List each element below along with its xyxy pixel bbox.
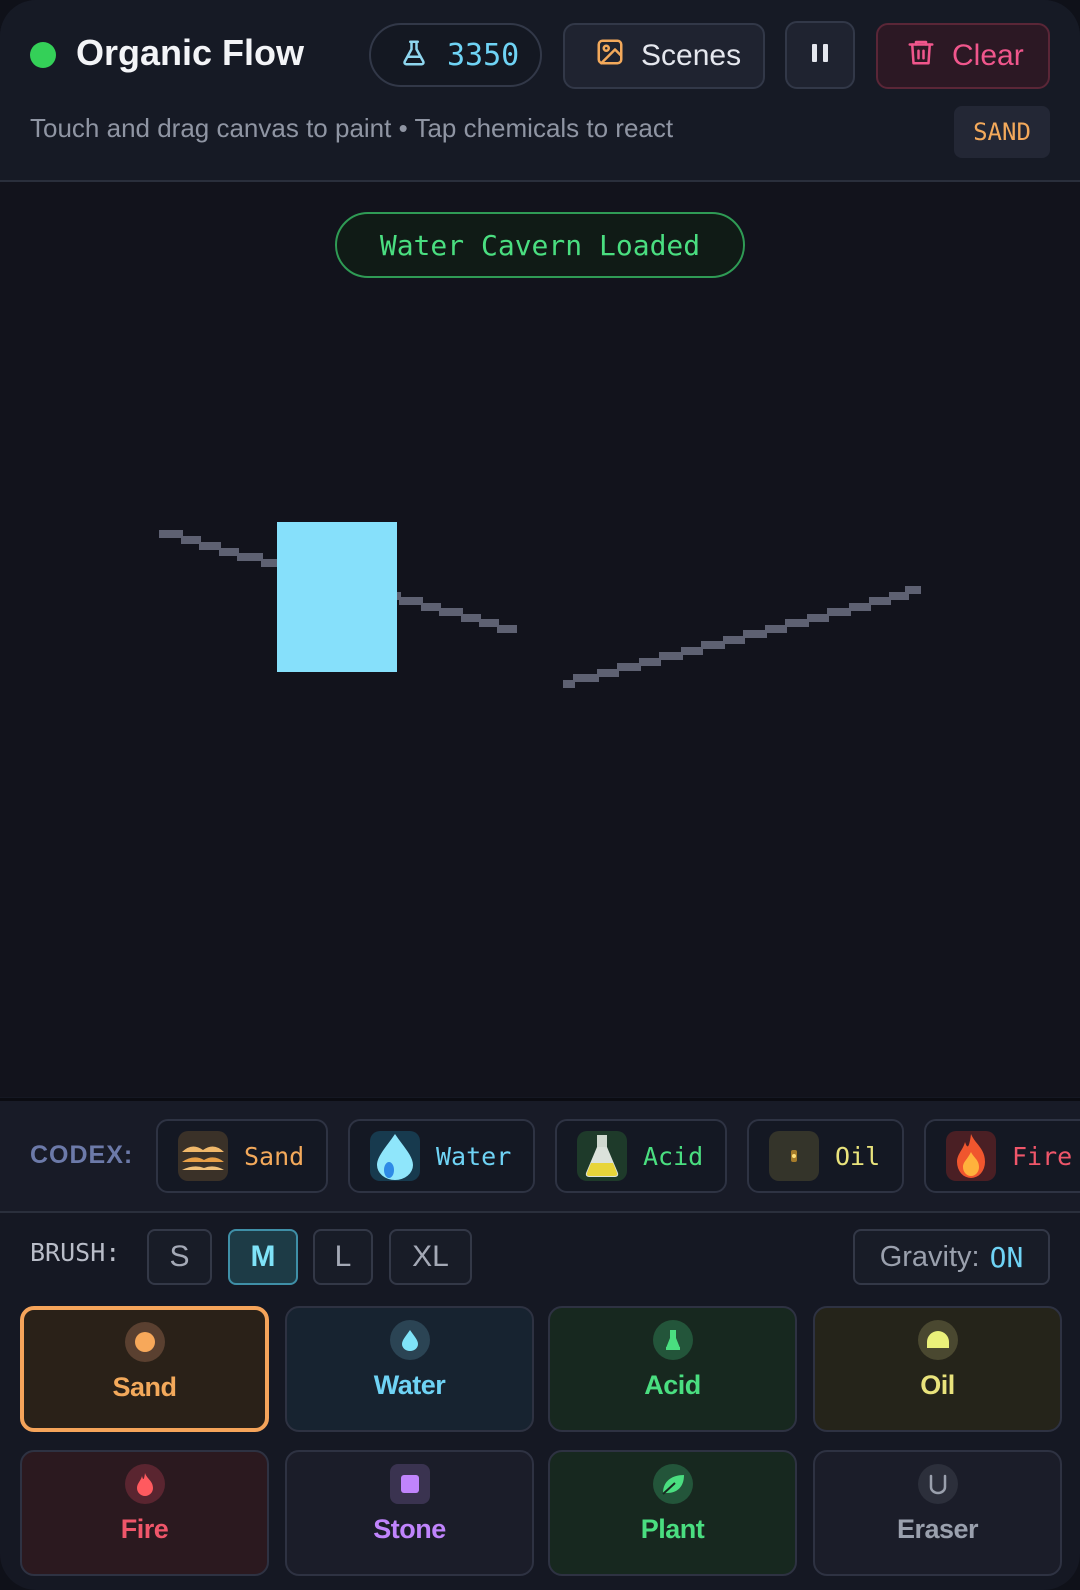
leaf-icon: [652, 1464, 693, 1504]
flask-icon: [652, 1320, 693, 1360]
material-label: Stone: [373, 1514, 446, 1544]
brush-controls: BRUSH: S M L XL Gravity: ON: [0, 1210, 1080, 1300]
brush-size-xl[interactable]: XL: [389, 1229, 472, 1285]
scenes-button[interactable]: Scenes: [563, 23, 765, 89]
material-water-button[interactable]: Water: [285, 1306, 534, 1432]
material-label: Water: [373, 1370, 446, 1400]
pause-button[interactable]: [785, 21, 855, 89]
codex-item-acid[interactable]: Acid: [555, 1119, 727, 1193]
material-fire-button[interactable]: Fire: [20, 1450, 269, 1576]
codex-item-oil[interactable]: Oil: [747, 1119, 904, 1193]
water-drop-icon: [370, 1131, 420, 1181]
brush-size-s[interactable]: S: [147, 1229, 212, 1285]
app-title: Organic Flow: [76, 32, 305, 73]
pause-icon: [808, 41, 832, 70]
trash-icon: [906, 37, 936, 75]
material-plant-button[interactable]: Plant: [548, 1450, 797, 1576]
material-oil-button[interactable]: Oil: [813, 1306, 1062, 1432]
current-material-badge: SAND: [954, 106, 1050, 158]
codex-item-label: Acid: [643, 1141, 704, 1171]
status-indicator-icon: [30, 42, 56, 68]
oil-dome-icon: [917, 1320, 958, 1360]
clear-button[interactable]: Clear: [876, 23, 1050, 89]
particle-counter: 3350: [369, 23, 542, 87]
flame-icon: [124, 1464, 165, 1504]
stone-ramps: [159, 530, 921, 688]
codex-label: CODEX:: [30, 1141, 134, 1169]
brush-size-m[interactable]: M: [228, 1229, 298, 1285]
image-icon: [595, 37, 625, 75]
water-block: [277, 522, 397, 672]
sand-dunes-icon: [178, 1131, 228, 1181]
brush-label: BRUSH:: [30, 1238, 121, 1267]
material-label: Plant: [640, 1514, 705, 1544]
gravity-value: ON: [989, 1240, 1024, 1274]
flask-icon: [399, 38, 429, 73]
acid-flask-icon: [577, 1131, 627, 1181]
eraser-cup-icon: [917, 1464, 958, 1504]
material-label: Acid: [644, 1370, 701, 1400]
material-sand-button[interactable]: Sand: [20, 1306, 269, 1432]
scenes-button-label: Scenes: [641, 39, 742, 72]
material-stone-button[interactable]: Stone: [285, 1450, 534, 1576]
codex-item-label: Water: [436, 1141, 512, 1171]
scene-loaded-toast: Water Cavern Loaded: [335, 212, 745, 278]
instructions-text: Touch and drag canvas to paint • Tap che…: [30, 113, 674, 143]
app-frame: Organic Flow 3350 Scenes Clear Touch and: [0, 0, 1080, 1590]
codex-item-sand[interactable]: Sand: [156, 1119, 328, 1193]
material-label: Oil: [920, 1370, 955, 1400]
material-label: Eraser: [896, 1514, 979, 1544]
fire-icon: [946, 1131, 996, 1181]
codex-item-label: Oil: [835, 1141, 881, 1171]
codex-item-water[interactable]: Water: [348, 1119, 535, 1193]
brush-size-l[interactable]: L: [313, 1229, 373, 1285]
codex-item-fire[interactable]: Fire: [924, 1119, 1080, 1193]
gravity-label: Gravity:: [879, 1240, 980, 1273]
top-bar: Organic Flow 3350 Scenes Clear Touch and: [0, 0, 1080, 182]
sand-grain-icon: [124, 1322, 165, 1362]
codex-bar: CODEX: Sand Water Acid Oil Fire: [0, 1098, 1080, 1213]
material-acid-button[interactable]: Acid: [548, 1306, 797, 1432]
gravity-toggle[interactable]: Gravity: ON: [853, 1229, 1050, 1285]
codex-item-label: Sand: [244, 1141, 305, 1171]
material-label: Sand: [112, 1372, 177, 1402]
simulation-canvas[interactable]: [0, 182, 1080, 1097]
water-drop-icon: [389, 1320, 430, 1360]
particle-count: 3350: [447, 37, 520, 73]
oil-lamp-icon: [769, 1131, 819, 1181]
stone-square-icon: [389, 1464, 430, 1504]
material-eraser-button[interactable]: Eraser: [813, 1450, 1062, 1576]
clear-button-label: Clear: [952, 39, 1024, 72]
codex-item-label: Fire: [1012, 1141, 1073, 1171]
material-label: Fire: [120, 1514, 169, 1544]
